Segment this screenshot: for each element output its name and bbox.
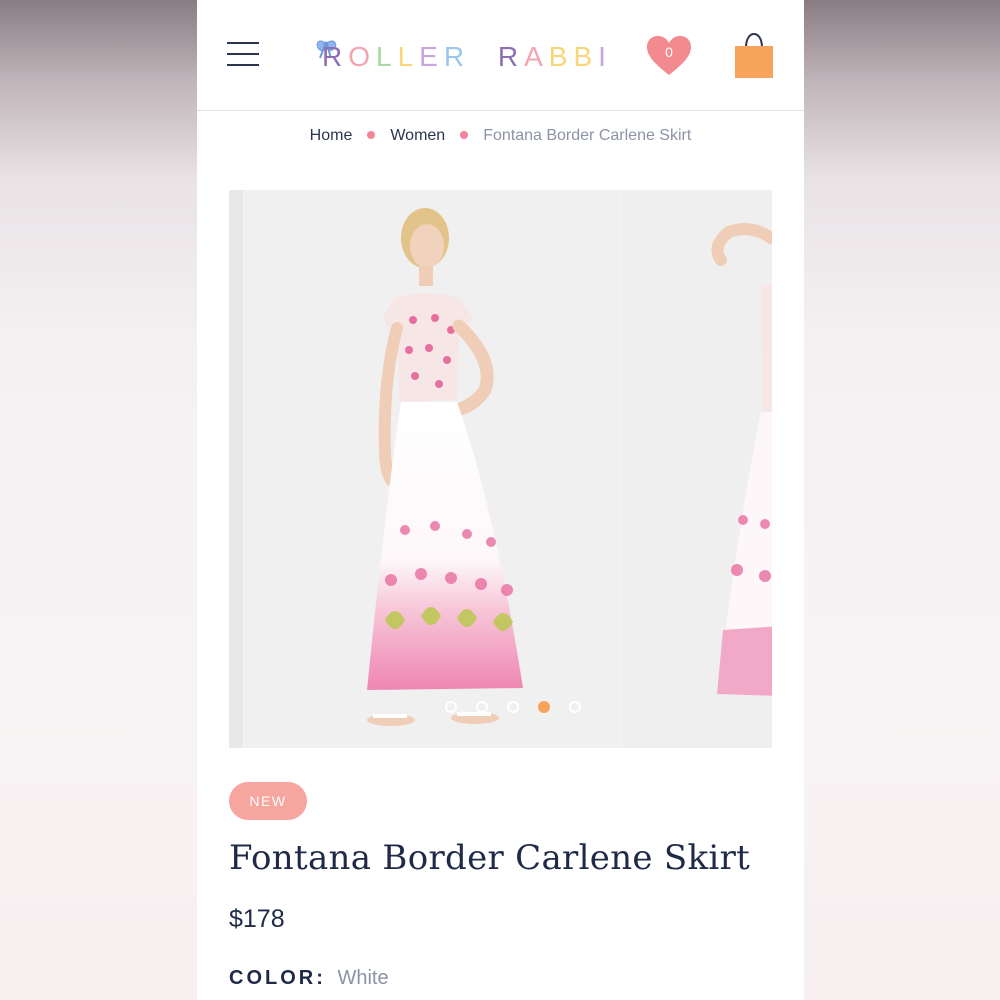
wishlist-button[interactable]: 0: [645, 34, 693, 78]
product-image-carousel[interactable]: [229, 190, 772, 748]
product-photo: [367, 208, 523, 726]
new-badge: NEW: [229, 782, 307, 820]
carousel-dot-1[interactable]: [445, 701, 457, 713]
site-header: ROLLER RABBIT 0: [197, 0, 804, 111]
color-label: COLOR:: [229, 967, 326, 989]
carousel-slide-active[interactable]: [245, 190, 619, 748]
shopping-bag-icon: [735, 32, 773, 78]
svg-text:ROLLER RABBIT: ROLLER RABBIT: [322, 41, 612, 72]
breadcrumb-women[interactable]: Women: [390, 127, 445, 144]
logo-wordmark: ROLLER RABBIT: [316, 40, 612, 72]
carousel-dot-4[interactable]: [538, 701, 550, 713]
product-photo-next: [711, 223, 772, 696]
carousel-dot-3[interactable]: [507, 701, 519, 713]
product-title: Fontana Border Carlene Skirt: [229, 838, 751, 878]
wishlist-count: 0: [665, 44, 673, 60]
hamburger-menu-icon[interactable]: [227, 40, 261, 70]
site-logo[interactable]: ROLLER RABBIT: [312, 30, 612, 80]
breadcrumb: Home Women Fontana Border Carlene Skirt: [197, 127, 804, 145]
breadcrumb-separator: [460, 130, 469, 139]
carousel-dot-2[interactable]: [476, 701, 488, 713]
cart-button[interactable]: [733, 32, 775, 80]
product-price: $178: [229, 905, 285, 933]
carousel-slide-next[interactable]: [621, 190, 772, 748]
carousel-dot-5[interactable]: [569, 701, 581, 713]
breadcrumb-current: Fontana Border Carlene Skirt: [483, 127, 692, 144]
phone-screen: ROLLER RABBIT 0 Home Women Fontana Border …: [197, 0, 804, 1000]
color-selector-label: COLOR: White: [229, 967, 389, 990]
breadcrumb-separator: [367, 130, 376, 139]
breadcrumb-home[interactable]: Home: [310, 127, 353, 144]
color-value: White: [337, 967, 389, 989]
carousel-slide-previous: [229, 190, 243, 748]
